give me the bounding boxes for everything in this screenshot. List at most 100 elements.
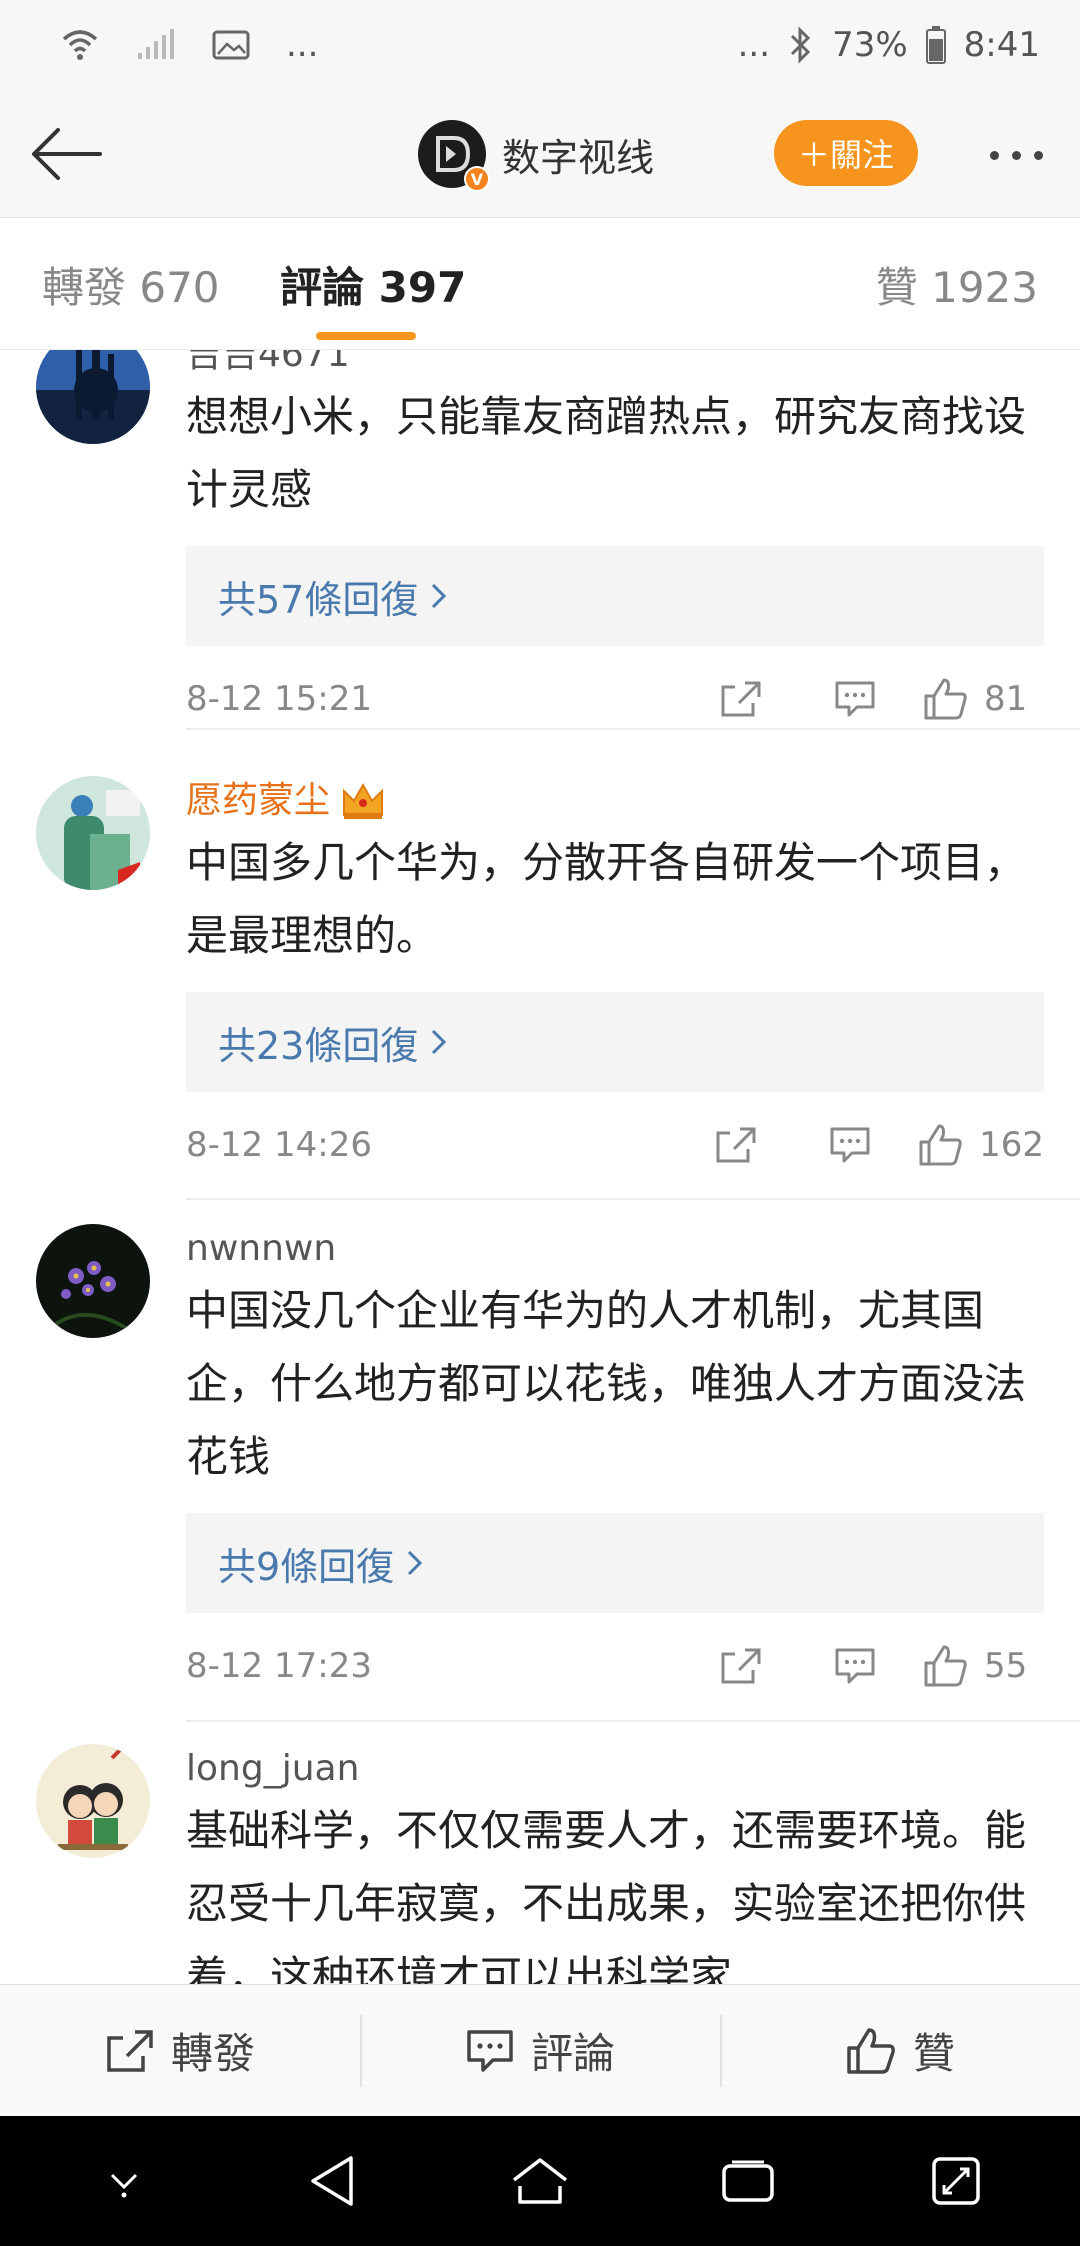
app-header: V 数字视线 ＋關注 — [0, 90, 1080, 218]
like-count: 162 — [979, 1125, 1044, 1165]
wifi-icon — [62, 30, 98, 60]
avatar[interactable] — [36, 776, 150, 890]
comment-time: 8-12 15:21 — [186, 679, 372, 719]
avatar-image — [36, 776, 150, 890]
crown-icon — [343, 782, 384, 819]
status-more-right: ... — [737, 25, 771, 65]
like-count: 81 — [984, 679, 1028, 719]
like-label: 贊 — [912, 2029, 955, 2078]
tab-comments[interactable]: 評論 397 — [280, 254, 466, 315]
account-avatar[interactable]: V — [418, 120, 490, 192]
chevron-right-icon — [432, 583, 447, 609]
back-button[interactable] — [24, 116, 108, 192]
avatar[interactable] — [36, 1744, 150, 1858]
share-icon — [716, 1127, 756, 1163]
comment-meta: 8-12 14:26 162 — [186, 1092, 1044, 1198]
chevron-down-icon — [110, 2173, 138, 2198]
comment-icon — [830, 1127, 870, 1163]
comment-time: 8-12 17:23 — [186, 1646, 372, 1686]
like-count: 55 — [984, 1646, 1028, 1686]
forward-button[interactable] — [679, 1115, 793, 1175]
comment-author[interactable]: 愿药蒙尘 — [186, 776, 1044, 826]
status-time: 8:41 — [963, 25, 1040, 65]
share-icon — [721, 1648, 761, 1684]
thumbs-up-icon — [847, 2027, 895, 2074]
reply-button[interactable] — [798, 669, 912, 729]
recents-icon — [722, 2160, 774, 2202]
thumbs-up-icon — [924, 678, 967, 720]
comment-author[interactable]: long_juan — [186, 1744, 1044, 1794]
thumbs-up-icon — [919, 1124, 962, 1166]
forward-button[interactable] — [684, 669, 798, 729]
nav-expand-button[interactable] — [896, 2136, 1016, 2226]
page-title: 数字视线 — [502, 135, 655, 180]
comment-meta: 8-12 17:23 55 — [186, 1613, 1044, 1719]
account-header[interactable]: V 数字视线 — [418, 118, 655, 192]
avatar-image — [36, 350, 150, 444]
home-icon — [512, 2158, 568, 2204]
like-button[interactable]: 81 — [922, 676, 1044, 722]
like-action-button[interactable]: 贊 — [720, 1985, 1080, 2116]
active-tab-indicator — [316, 332, 416, 340]
arrow-left-icon — [32, 128, 102, 180]
tab-reposts[interactable]: 轉發 670 — [42, 254, 220, 315]
avatar[interactable] — [36, 1224, 150, 1338]
chevron-right-icon — [408, 1550, 423, 1576]
verified-badge: V — [464, 166, 490, 192]
dot-icon — [989, 150, 999, 160]
replies-count: 共23條回復 — [218, 1023, 419, 1068]
dot-icon — [1011, 150, 1021, 160]
nav-back-button[interactable] — [272, 2136, 392, 2226]
dot-icon — [1033, 150, 1043, 160]
follow-button[interactable]: ＋關注 — [774, 120, 918, 186]
chevron-right-icon — [432, 1029, 447, 1055]
comment-text: 中国没几个企业有华为的人才机制，尤其国企，什么地方都可以花钱，唯独人才方面没法花… — [186, 1286, 1027, 1481]
like-button[interactable]: 55 — [922, 1643, 1044, 1689]
reply-button[interactable] — [793, 1115, 907, 1175]
tab-likes[interactable]: 贊 1923 — [876, 254, 1038, 315]
comment-list[interactable]: 吉吉4671 想想小米，只能靠友商蹭热点，研究友商找设计灵感 共57條回復 8-… — [0, 350, 1080, 1984]
comment-icon — [835, 681, 875, 717]
comment-author[interactable]: nwnnwn — [186, 1224, 1044, 1274]
bottom-action-bar: 轉發 評論 贊 — [0, 1984, 1080, 2116]
replies-link[interactable]: 共23條回復 — [186, 992, 1044, 1092]
replies-count: 共57條回復 — [218, 577, 419, 622]
replies-count: 共9條回復 — [218, 1544, 395, 1589]
comment-text: 中国多几个华为，分散开各自研发一个项目，是最理想的。 — [186, 838, 1027, 960]
repost-action-button[interactable]: 轉發 — [0, 1985, 360, 2116]
bluetooth-icon — [791, 26, 811, 64]
comment-icon — [467, 2029, 513, 2072]
avatar[interactable] — [36, 350, 150, 444]
divider — [186, 1720, 1080, 1722]
triangle-back-icon — [311, 2156, 353, 2206]
avatar-image — [36, 1224, 150, 1338]
comment-text: 基础科学，不仅仅需要人才，还需要环境。能忍受十几年寂寞，不出成果，实验室还把你供… — [186, 1806, 1027, 1984]
replies-link[interactable]: 共57條回復 — [186, 546, 1044, 646]
more-options-button[interactable] — [976, 130, 1056, 180]
status-more-left: ... — [286, 25, 319, 65]
status-bar: ... ... 73% 8:41 — [0, 0, 1080, 90]
image-notification-icon — [212, 30, 250, 60]
avatar-image — [36, 1744, 150, 1858]
replies-link[interactable]: 共9條回復 — [186, 1513, 1044, 1613]
system-nav-bar — [0, 2116, 1080, 2246]
tab-bar: 轉發 670 評論 397 贊 1923 — [0, 218, 1080, 350]
battery-icon — [925, 26, 946, 64]
comment-text: 想想小米，只能靠友商蹭热点，研究友商找设计灵感 — [186, 392, 1027, 514]
comment-meta: 8-12 15:21 81 — [186, 646, 1044, 752]
comment-time: 8-12 14:26 — [186, 1125, 372, 1165]
reply-button[interactable] — [798, 1636, 912, 1696]
nav-recents-button[interactable] — [688, 2136, 808, 2226]
thumbs-up-icon — [924, 1645, 967, 1687]
comment-author-name: 愿药蒙尘 — [186, 780, 331, 821]
like-button[interactable]: 162 — [917, 1122, 1044, 1168]
forward-button[interactable] — [684, 1636, 798, 1696]
comment-icon — [835, 1648, 875, 1684]
comment-action-button[interactable]: 評論 — [360, 1985, 720, 2116]
share-icon — [721, 681, 761, 717]
expand-icon — [932, 2157, 980, 2205]
comment-author[interactable]: 吉吉4671 — [186, 350, 1044, 380]
divider — [186, 1198, 1080, 1200]
hide-nav-button[interactable] — [64, 2136, 184, 2226]
nav-home-button[interactable] — [480, 2136, 600, 2226]
